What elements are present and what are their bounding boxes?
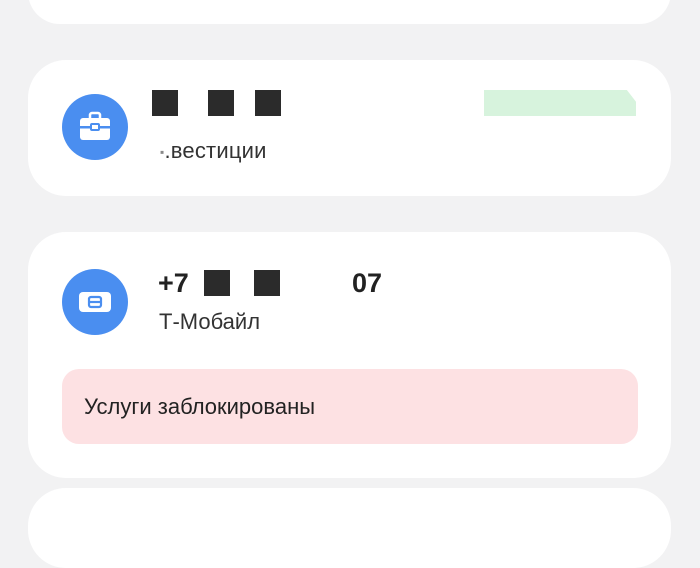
status-text: Услуги заблокированы [84,393,316,419]
status-banner[interactable]: Услуги заблокированы [62,369,638,444]
subtitle-text: .вестиции [164,138,267,163]
phone-suffix: 07 [352,268,383,298]
redacted-block [208,90,234,116]
account-card-mobile[interactable]: +7 07 Т-Мобайл Услуги заблокированы [28,232,671,478]
redacted-block [255,90,281,116]
sim-card-icon [79,292,111,312]
account-card-previous[interactable] [28,0,671,24]
redacted-block [254,270,280,296]
investments-avatar [62,94,128,160]
phone-prefix: +7 [158,268,189,298]
carrier-name: Т-Мобайл [159,309,261,334]
status-badge [484,90,636,116]
mobile-avatar [62,269,128,335]
account-subtitle: ▪.вестиции [160,138,267,164]
redacted-block [204,270,230,296]
account-card-investments[interactable]: ▪.вестиции [28,60,671,196]
account-card-next[interactable] [28,488,671,568]
redacted-block [152,90,178,116]
briefcase-icon [80,111,110,140]
